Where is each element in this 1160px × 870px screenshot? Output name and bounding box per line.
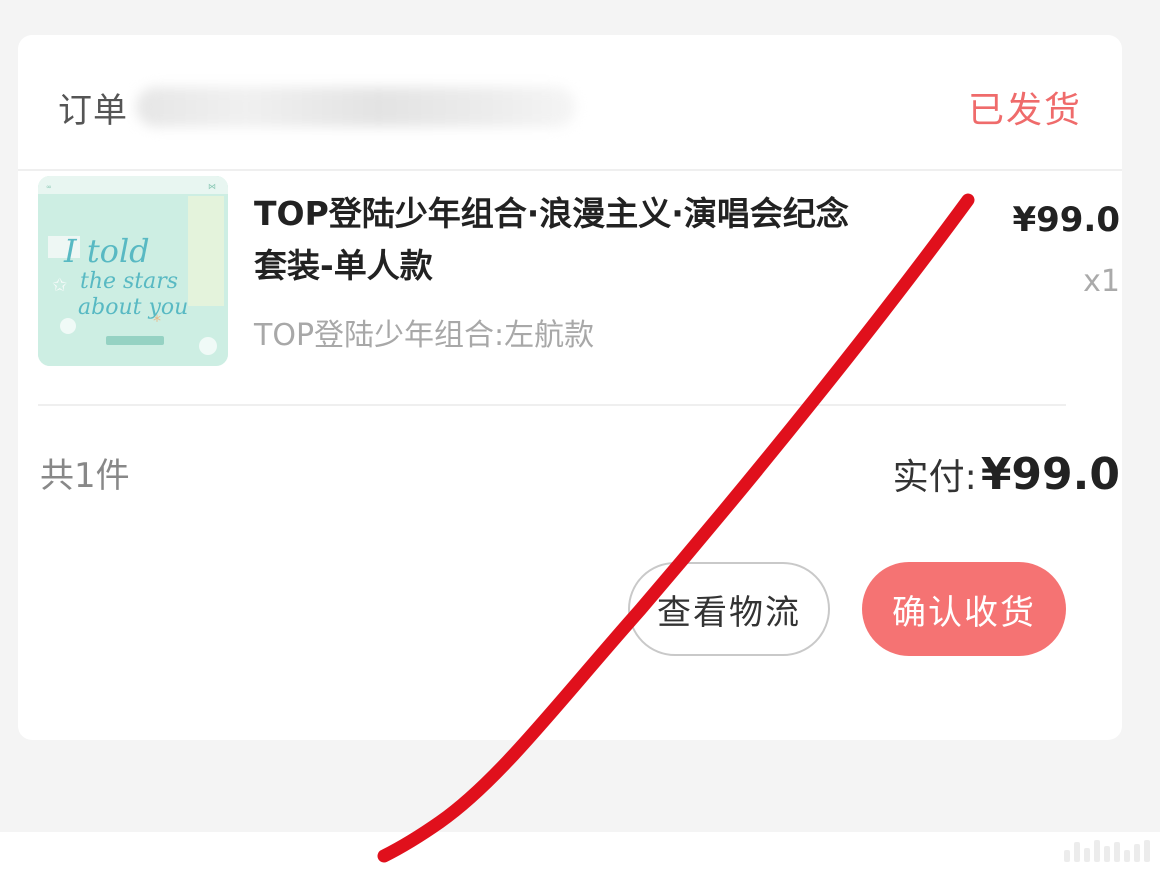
svg-text:∞: ∞ <box>46 183 52 191</box>
product-title[interactable]: TOP登陆少年组合·浪漫主义·演唱会纪念套装-单人款 <box>254 188 854 292</box>
divider <box>38 404 1066 406</box>
order-label: 订单 <box>58 91 128 131</box>
confirm-receipt-button[interactable]: 确认收货 <box>862 562 1066 656</box>
product-price: ¥99.0 <box>1012 200 1120 240</box>
bottom-bar <box>0 832 1160 870</box>
thumbnail-line-2: the stars <box>80 269 178 294</box>
paid-total: 实付: ¥99.0 <box>893 448 1120 500</box>
view-logistics-button[interactable]: 查看物流 <box>628 562 830 656</box>
product-quantity: x1 <box>1083 264 1120 299</box>
paid-amount: ¥99.0 <box>980 449 1120 500</box>
thumbnail-line-3: about you <box>78 295 188 320</box>
order-status: 已发货 <box>967 90 1082 131</box>
product-variant: TOP登陆少年组合:左航款 <box>254 318 595 353</box>
thumbnail-line-1: I told <box>63 232 150 270</box>
item-count: 共1件 <box>40 456 130 496</box>
order-header: 订单 已发货 <box>18 35 1122 171</box>
paid-label: 实付: <box>892 457 977 498</box>
svg-text:✩: ✩ <box>52 275 67 296</box>
product-thumbnail-art: ∞ ⋈ * ✩ I told the stars about you <box>38 176 228 366</box>
order-page: 订单 已发货 ∞ ⋈ * ✩ I told the stars about yo… <box>0 0 1160 870</box>
product-thumbnail[interactable]: ∞ ⋈ * ✩ I told the stars about you <box>38 176 228 366</box>
order-number-redacted <box>136 87 576 127</box>
svg-text:⋈: ⋈ <box>208 182 216 191</box>
watermark-icon <box>1064 840 1150 862</box>
